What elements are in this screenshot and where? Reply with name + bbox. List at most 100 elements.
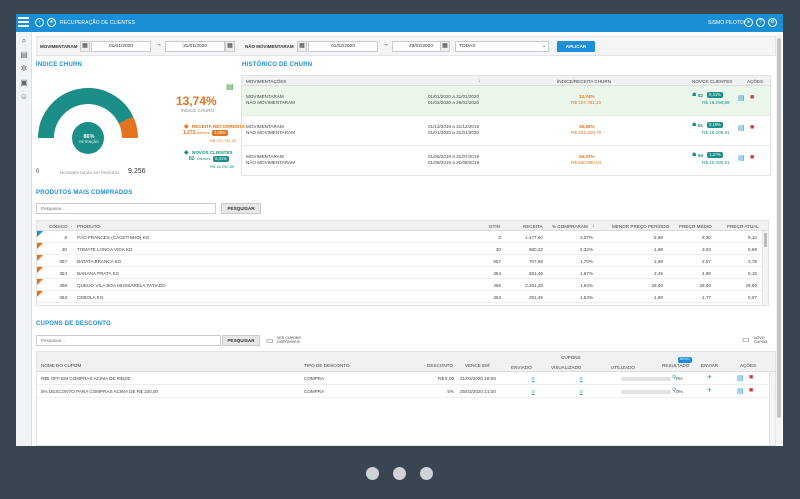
page-title: RECUPERAÇÃO DE CLIENTES (60, 20, 136, 26)
user-name[interactable]: SISMO PILOTO (708, 20, 744, 26)
sort-icon[interactable]: ↓ (592, 223, 594, 228)
sitemap-icon[interactable]: ⚲ (672, 387, 676, 394)
date-to-input[interactable]: 31/01/2020 (165, 41, 225, 52)
cell-min: 1,59 (654, 295, 663, 300)
col-novos: NOVOS CLIENTES (692, 79, 733, 84)
settings-icon[interactable]: ⚙ (768, 18, 777, 27)
sort-up-icon[interactable]: ↑ (488, 362, 490, 367)
network-icon[interactable]: ✲ (19, 64, 29, 74)
cart-icon[interactable]: ▣ (19, 78, 29, 88)
cell-tipo: COMPRA (304, 376, 325, 381)
table-row[interactable]: 363 CEBOLA KG 363 251,49 1,53% 1,59 1,77 0,07 (37, 291, 764, 303)
scrollbar[interactable] (762, 231, 768, 305)
calendar-icon[interactable]: ▦ (225, 41, 235, 52)
document-icon[interactable]: ▤ (738, 94, 745, 102)
date-from-input[interactable]: 01/01/2020 (91, 41, 151, 52)
cell-gtin: 354 (493, 271, 501, 276)
cupons-search-input[interactable] (36, 335, 221, 346)
send-icon[interactable]: ✈ (707, 387, 712, 394)
row-churn-val: R$ 560.960,04 (571, 160, 602, 165)
menu-icon[interactable] (18, 17, 29, 28)
table-row[interactable]: 8 PÃO FRANCES (CACETINHO) KG 0 1.477,60 3,07… (37, 231, 764, 243)
edit-icon[interactable]: ▤ (737, 387, 744, 395)
cell-enviado[interactable]: 0 (532, 389, 535, 394)
table-row[interactable]: 30 TOMATE LONGA VIDA KG 30 880,22 2,32% 1,99 3… (37, 243, 764, 255)
users-icon[interactable]: ☺ (19, 92, 29, 102)
page-dot[interactable] (366, 467, 379, 480)
trash-icon[interactable]: ■ (750, 94, 754, 101)
scrollbar-thumb[interactable] (764, 233, 767, 247)
produtos-search-input[interactable] (36, 203, 216, 214)
row-date1: 01/01/2020 a 31/01/2020 (428, 94, 480, 99)
trash-icon[interactable]: ■ (750, 154, 754, 161)
row-churn-pct: 13,74% (579, 94, 595, 99)
cupons-table: CUPONS NOME DO CUPOM TIPO DE DESCONTO DE… (36, 351, 776, 446)
person-icon: ☗ (692, 92, 697, 98)
cell-name: QUEIJO VILA BOA MUSSARELA FATIADO (77, 283, 166, 288)
scrollbar[interactable] (769, 372, 775, 445)
trash-icon[interactable]: ■ (749, 374, 753, 381)
star-icon[interactable]: ★ (47, 18, 56, 27)
calendar-icon[interactable]: ▦ (297, 41, 307, 52)
send-icon[interactable]: ✈ (707, 374, 712, 381)
cell-avg: 1,77 (702, 295, 711, 300)
page-dot[interactable] (393, 467, 406, 480)
trash-icon[interactable]: ■ (750, 124, 754, 131)
historico-row[interactable]: MOVIMENTARAM NÃO MOVIMENTARAM 01/01/2020 a… (242, 86, 770, 116)
cell-pct: 1,53% (579, 295, 593, 300)
rank-flag (37, 231, 43, 237)
cell-visualizado[interactable]: 0 (580, 376, 583, 381)
page-scrollbar[interactable] (776, 34, 782, 444)
col-enviado: ENVIADO (511, 365, 532, 370)
sort-icon[interactable]: ↓ (478, 78, 480, 83)
table-row[interactable]: R$5 OFF EM COMPRAS ACIMA DE R$100 COMPRA R… (37, 372, 771, 385)
produtos-search-button[interactable]: PESQUISAR (221, 203, 261, 214)
dashboard-icon[interactable]: ▤ (19, 50, 29, 60)
col-receita: RECEITA (523, 224, 543, 229)
table-row[interactable]: 957 BATATA BRANCA KG 957 707,85 1,70% 1,99 2,5… (37, 255, 764, 267)
apply-button[interactable]: APLICAR (557, 41, 595, 52)
cell-gtin: 363 (493, 295, 501, 300)
new-ticket-icon[interactable]: ▭ (742, 335, 750, 344)
back-icon[interactable]: ‹ (35, 18, 44, 27)
cell-enviado[interactable]: 0 (532, 376, 535, 381)
cell-avg: 2,57 (702, 259, 711, 264)
col-vence: VENCE EM (465, 363, 489, 368)
cell-code: 30 (61, 247, 67, 252)
ver-cupons-link[interactable]: VER CUPONS DISPONÍVEIS (277, 336, 317, 344)
calendar-icon[interactable]: ▦ (80, 41, 90, 52)
cell-receita: 661,46 (528, 271, 543, 276)
row-label-nao-mov: NÃO MOVIMENTARAM (246, 100, 295, 105)
page-scrollbar-thumb[interactable] (777, 38, 781, 418)
cell-visualizado[interactable]: 0 (580, 389, 583, 394)
search-icon[interactable]: ⌕ (19, 36, 29, 46)
edit-icon[interactable]: ▤ (737, 374, 744, 382)
cell-pct: 1,67% (579, 271, 593, 276)
table-row[interactable]: 5% DESCONTO PARA COMPRAS ACIMA DE R$ 100… (37, 385, 771, 398)
row-nc: 91 (698, 123, 704, 128)
table-row[interactable]: 496 QUEIJO VILA BOA MUSSARELA FATIADO 496 2… (37, 279, 764, 291)
document-icon[interactable]: ▤ (738, 154, 745, 162)
table-row[interactable]: 354 BANANA PRATA KG 354 661,46 1,67% 3,49 4,96… (37, 267, 764, 279)
historico-header: MOVIMENTAÇÕES ↓ ÍNDICE/RECEITA CHURN NOV… (242, 76, 770, 86)
cell-name: BATATA BRANCA KG (77, 259, 122, 264)
calendar-icon[interactable]: ▦ (440, 41, 450, 52)
page-dot[interactable] (420, 467, 433, 480)
col-acoes: AÇÕES (747, 79, 764, 84)
row-churn-val: R$ 451.328,79 (571, 130, 602, 135)
excel-icon[interactable]: ▤ (226, 82, 234, 91)
help-icon[interactable]: ? (756, 18, 765, 27)
trash-icon[interactable]: ■ (749, 387, 753, 394)
date-from2-input[interactable]: 01/02/2020 (308, 41, 378, 52)
user-icon[interactable]: ● (744, 18, 753, 27)
historico-row[interactable]: MOVIMENTARAM NÃO MOVIMENTARAM 01/12/2019 a… (242, 116, 770, 146)
historico-row[interactable]: MOVIMENTARAM NÃO MOVIMENTARAM 01/06/2019 a… (242, 146, 770, 176)
tickets-icon[interactable]: ▭ (266, 336, 274, 345)
sidebar: ⌕ ▤ ✲ ▣ ☺ (16, 32, 32, 446)
document-icon[interactable]: ▤ (738, 124, 745, 132)
novo-cupom-button[interactable]: NOVO CUPOM (754, 336, 772, 344)
cupons-search-button[interactable]: PESQUISAR (222, 335, 260, 346)
store-select[interactable]: TODAS ⌄ (455, 41, 549, 52)
cell-name: PÃO FRANCES (CACETINHO) KG (77, 235, 150, 240)
sitemap-icon[interactable]: ⚲ (672, 374, 676, 381)
